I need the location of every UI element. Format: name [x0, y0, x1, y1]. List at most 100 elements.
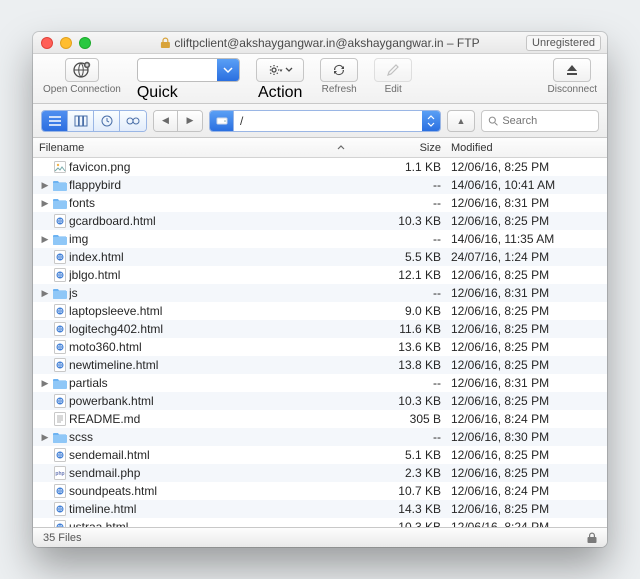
- table-row[interactable]: ▶img--14/06/16, 11:35 AM: [33, 230, 607, 248]
- disk-icon: [210, 111, 234, 131]
- file-name: fonts: [69, 196, 351, 210]
- refresh-button[interactable]: [320, 58, 358, 82]
- file-size: --: [351, 178, 451, 192]
- window-controls: [41, 37, 91, 49]
- file-name: soundpeats.html: [69, 484, 351, 498]
- action-label: Action: [258, 84, 302, 102]
- up-button[interactable]: ▲: [447, 110, 475, 132]
- header-size[interactable]: Size: [351, 142, 451, 154]
- search-input[interactable]: [502, 115, 592, 127]
- table-row[interactable]: README.md305 B12/06/16, 8:24 PM: [33, 410, 607, 428]
- globe-plus-icon: [72, 60, 92, 80]
- disconnect-label: Disconnect: [548, 84, 597, 95]
- eject-icon: [564, 62, 580, 78]
- file-size: 10.7 KB: [351, 484, 451, 498]
- triangle-left-icon: ◀: [162, 115, 169, 126]
- table-row[interactable]: powerbank.html10.3 KB12/06/16, 8:25 PM: [33, 392, 607, 410]
- forward-button[interactable]: ▶: [178, 111, 202, 131]
- table-row[interactable]: jblgo.html12.1 KB12/06/16, 8:25 PM: [33, 266, 607, 284]
- table-row[interactable]: ▶partials--12/06/16, 8:31 PM: [33, 374, 607, 392]
- table-row[interactable]: sendemail.html5.1 KB12/06/16, 8:25 PM: [33, 446, 607, 464]
- header-modified-label: Modified: [451, 142, 493, 154]
- file-size: 12.1 KB: [351, 268, 451, 282]
- table-row[interactable]: ▶scss--12/06/16, 8:30 PM: [33, 428, 607, 446]
- minimize-icon[interactable]: [60, 37, 72, 49]
- table-row[interactable]: favicon.png1.1 KB12/06/16, 8:25 PM: [33, 158, 607, 176]
- file-size: 13.6 KB: [351, 340, 451, 354]
- table-row[interactable]: moto360.html13.6 KB12/06/16, 8:25 PM: [33, 338, 607, 356]
- toolbar: Open Connection Quick Connect Action Ref…: [33, 54, 607, 104]
- table-row[interactable]: ustraa.html10.3 KB12/06/16, 8:24 PM: [33, 518, 607, 527]
- history-view-button[interactable]: [94, 111, 120, 131]
- disclosure-triangle-icon[interactable]: ▶: [39, 234, 51, 245]
- table-row[interactable]: timeline.html14.3 KB12/06/16, 8:25 PM: [33, 500, 607, 518]
- bonjour-view-button[interactable]: [120, 111, 146, 131]
- column-view-button[interactable]: [68, 111, 94, 131]
- table-row[interactable]: index.html5.5 KB24/07/16, 1:24 PM: [33, 248, 607, 266]
- file-size: --: [351, 286, 451, 300]
- search-field[interactable]: [481, 110, 599, 132]
- zoom-icon[interactable]: [79, 37, 91, 49]
- chevron-down-icon[interactable]: [217, 59, 239, 81]
- file-size: 10.3 KB: [351, 214, 451, 228]
- file-modified: 12/06/16, 8:25 PM: [451, 502, 601, 516]
- edit-button[interactable]: [374, 58, 412, 82]
- file-type-icon: [51, 412, 69, 426]
- disclosure-triangle-icon[interactable]: ▶: [39, 198, 51, 209]
- close-icon[interactable]: [41, 37, 53, 49]
- file-type-icon: [51, 214, 69, 228]
- header-modified[interactable]: Modified: [451, 142, 601, 154]
- disclosure-triangle-icon[interactable]: ▶: [39, 288, 51, 299]
- file-type-icon: [51, 502, 69, 516]
- table-row[interactable]: gcardboard.html10.3 KB12/06/16, 8:25 PM: [33, 212, 607, 230]
- table-row[interactable]: ▶flappybird--14/06/16, 10:41 AM: [33, 176, 607, 194]
- action-item: Action: [256, 58, 304, 102]
- back-button[interactable]: ◀: [154, 111, 178, 131]
- file-name: newtimeline.html: [69, 358, 351, 372]
- table-row[interactable]: logitechg402.html11.6 KB12/06/16, 8:25 P…: [33, 320, 607, 338]
- header-filename[interactable]: Filename: [39, 142, 351, 154]
- file-list[interactable]: favicon.png1.1 KB12/06/16, 8:25 PM▶flapp…: [33, 158, 607, 527]
- file-modified: 12/06/16, 8:25 PM: [451, 322, 601, 336]
- file-size: 10.3 KB: [351, 394, 451, 408]
- quick-connect-combo[interactable]: [137, 58, 240, 82]
- license-badge[interactable]: Unregistered: [526, 35, 601, 51]
- file-size: 305 B: [351, 412, 451, 426]
- disclosure-triangle-icon[interactable]: ▶: [39, 378, 51, 389]
- sort-asc-icon: [337, 144, 345, 152]
- refresh-icon: [331, 62, 347, 78]
- file-type-icon: [51, 287, 69, 299]
- file-type-icon: [51, 304, 69, 318]
- file-type-icon: [51, 358, 69, 372]
- list-view-button[interactable]: [42, 111, 68, 131]
- stepper-icon[interactable]: [422, 111, 440, 131]
- path-combo[interactable]: /: [209, 110, 441, 132]
- file-name: sendmail.php: [69, 466, 351, 480]
- table-row[interactable]: newtimeline.html13.8 KB12/06/16, 8:25 PM: [33, 356, 607, 374]
- file-type-icon: [51, 250, 69, 264]
- table-row[interactable]: ▶fonts--12/06/16, 8:31 PM: [33, 194, 607, 212]
- file-name: README.md: [69, 412, 351, 426]
- table-row[interactable]: laptopsleeve.html9.0 KB12/06/16, 8:25 PM: [33, 302, 607, 320]
- file-modified: 24/07/16, 1:24 PM: [451, 250, 601, 264]
- file-modified: 12/06/16, 8:24 PM: [451, 484, 601, 498]
- open-connection-button[interactable]: [65, 58, 99, 82]
- file-name: powerbank.html: [69, 394, 351, 408]
- disconnect-button[interactable]: [553, 58, 591, 82]
- pencil-icon: [385, 62, 401, 78]
- table-row[interactable]: soundpeats.html10.7 KB12/06/16, 8:24 PM: [33, 482, 607, 500]
- disconnect-item: Disconnect: [548, 58, 597, 95]
- file-modified: 14/06/16, 10:41 AM: [451, 178, 601, 192]
- file-size: 14.3 KB: [351, 502, 451, 516]
- file-name: partials: [69, 376, 351, 390]
- disclosure-triangle-icon[interactable]: ▶: [39, 432, 51, 443]
- table-row[interactable]: phpsendmail.php2.3 KB12/06/16, 8:25 PM: [33, 464, 607, 482]
- action-button[interactable]: [256, 58, 304, 82]
- column-headers: Filename Size Modified: [33, 138, 607, 158]
- file-name: sendemail.html: [69, 448, 351, 462]
- file-size: --: [351, 376, 451, 390]
- table-row[interactable]: ▶js--12/06/16, 8:31 PM: [33, 284, 607, 302]
- disclosure-triangle-icon[interactable]: ▶: [39, 180, 51, 191]
- header-filename-label: Filename: [39, 142, 84, 154]
- file-modified: 12/06/16, 8:25 PM: [451, 304, 601, 318]
